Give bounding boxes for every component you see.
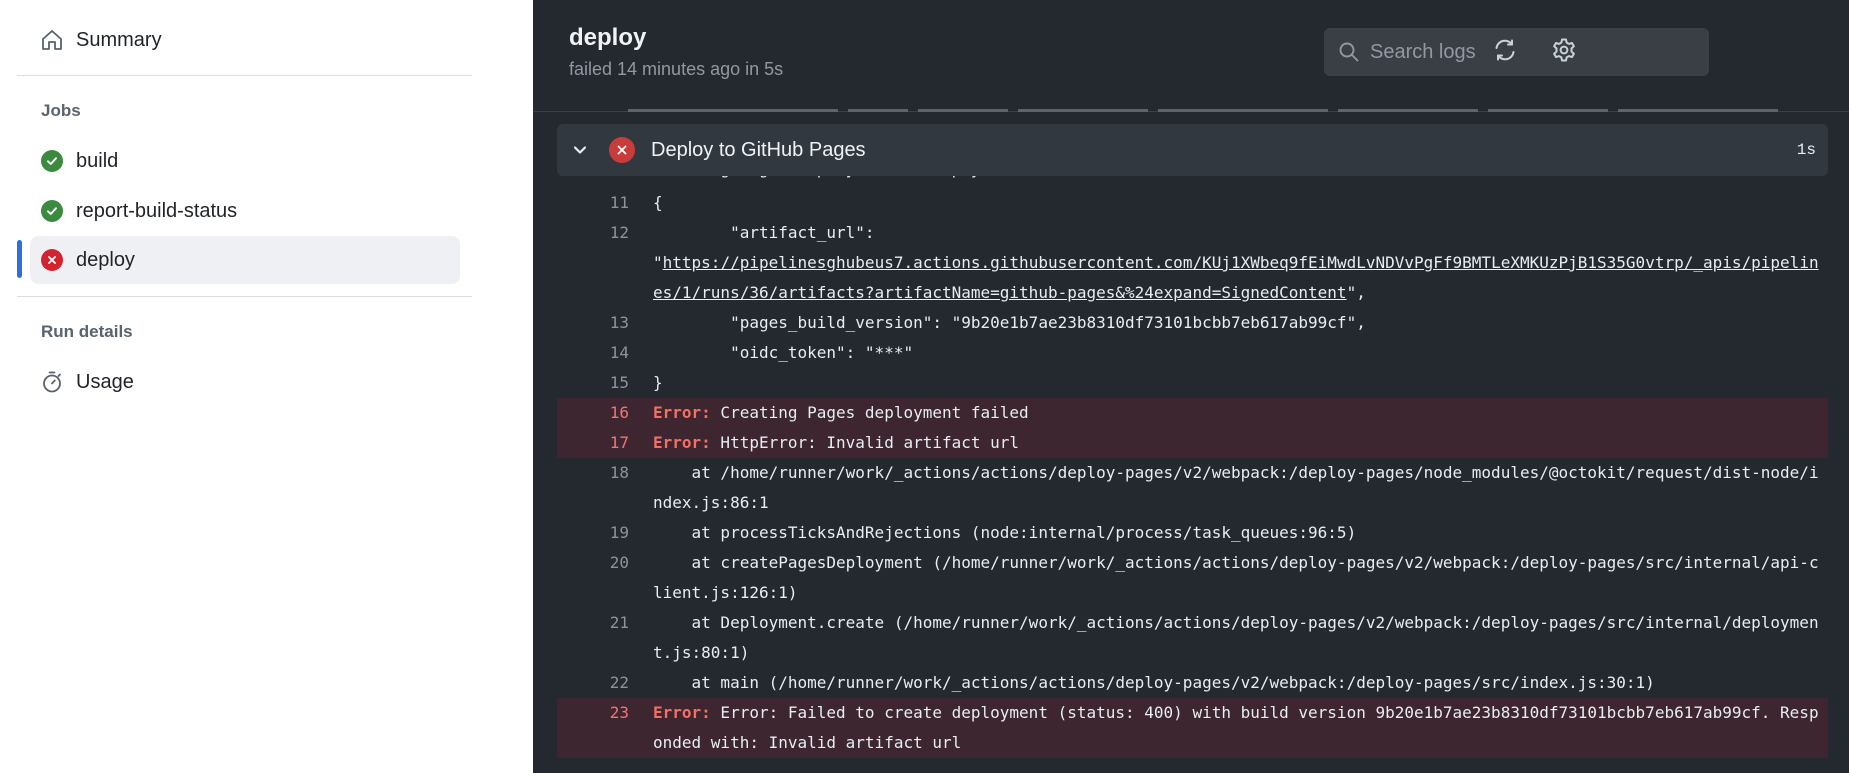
line-number[interactable]: 13 [557,308,629,338]
sidebar-item-usage[interactable]: Usage [30,358,460,406]
log-output: Creating Pages deployment with payload: … [557,176,1828,773]
log-line: 19 at processTicksAndRejections (node:in… [557,518,1828,548]
chevron-down-icon [569,139,591,161]
divider [17,75,472,76]
log-line-text: } [653,373,663,392]
sidebar-item-label: Usage [76,370,134,393]
log-line: 11 { [557,188,1828,218]
line-number[interactable]: 15 [557,368,629,398]
log-panel: deploy failed 14 minutes ago in 5s Searc… [533,0,1849,773]
job-label: report-build-status [76,199,238,222]
settings-button[interactable] [1550,38,1578,66]
line-number[interactable]: 14 [557,338,629,368]
line-number[interactable]: 18 [557,458,629,488]
log-line-error: 23 Error: Error: Failed to create deploy… [557,698,1828,758]
stopwatch-icon [40,370,64,394]
log-line-error: 16 Error: Creating Pages deployment fail… [557,398,1828,428]
log-line-text: Creating Pages deployment with payload: [653,176,1823,184]
log-line: 12 "artifact_url": "https://pipelinesghu… [557,218,1828,302]
step-title: Deploy to GitHub Pages [651,138,866,161]
log-line: 20 at createPagesDeployment (/home/runne… [557,548,1828,608]
log-line-error: 17 Error: HttpError: Invalid artifact ur… [557,428,1828,458]
log-line: 18 at /home/runner/work/_actions/actions… [557,458,1828,518]
search-icon [1338,41,1360,63]
step-duration: 1s [1796,141,1816,159]
step-header-deploy-to-github-pages[interactable]: Deploy to GitHub Pages 1s [557,124,1828,176]
line-number[interactable]: 20 [557,548,629,578]
error-keyword: Error: [653,403,711,422]
line-number[interactable]: 11 [557,188,629,218]
log-line-text: at /home/runner/work/_actions/actions/de… [653,463,1819,512]
artifact-url-link[interactable]: https://pipelinesghubeus7.actions.github… [653,253,1819,302]
search-logs-input[interactable] [1370,40,1690,64]
job-item-report-build-status[interactable]: report-build-status [30,187,460,235]
log-line-text: at Deployment.create (/home/runner/work/… [653,613,1819,662]
log-line: 15 } [557,368,1828,398]
log-line-text: at createPagesDeployment (/home/runner/w… [653,553,1819,602]
jobs-section-title: Jobs [41,101,81,120]
log-line-text: HttpError: Invalid artifact url [710,433,1020,452]
refresh-icon [1492,37,1518,68]
success-check-icon [41,200,63,222]
job-status-text: failed 14 minutes ago in 5s [569,59,784,79]
job-header: deploy failed 14 minutes ago in 5s [533,0,1849,112]
log-line-text: Error: Failed to create deployment (stat… [653,703,1819,752]
log-line-text: at main (/home/runner/work/_actions/acti… [653,673,1655,692]
log-line: 13 "pages_build_version": "9b20e1b7ae23b… [557,308,1828,338]
log-line: 21 at Deployment.create (/home/runner/wo… [557,608,1828,668]
failure-x-icon [41,249,63,271]
log-line-text: "oidc_token": "***" [653,343,914,362]
line-number[interactable]: 12 [557,218,629,248]
log-line-text: Creating Pages deployment failed [710,403,1029,422]
divider [17,296,472,297]
job-label: deploy [76,248,135,271]
line-number[interactable]: 23 [557,698,629,728]
line-number[interactable]: 17 [557,428,629,458]
job-title: deploy [569,24,647,51]
log-line: 22 at main (/home/runner/work/_actions/a… [557,668,1828,698]
log-line-text: { [653,193,663,212]
active-indicator [17,240,22,278]
job-label: build [76,149,119,172]
gear-icon [1551,37,1577,68]
home-icon [40,28,64,52]
success-check-icon [41,150,63,172]
sidebar: Summary Jobs build report-build-status d… [0,0,533,773]
log-line-partial: Creating Pages deployment with payload: [557,176,1828,182]
sidebar-item-summary[interactable]: Summary [30,16,460,64]
job-item-deploy[interactable]: deploy [30,236,460,284]
log-line-text: at processTicksAndRejections (node:inter… [653,523,1357,542]
line-number[interactable]: 19 [557,518,629,548]
log-line-text: "artifact_url": [653,223,875,242]
scrolled-log-remnant [553,102,1828,112]
run-details-section-title: Run details [41,322,133,341]
error-keyword: Error: [653,703,711,722]
job-item-build[interactable]: build [30,137,460,185]
line-number[interactable]: 21 [557,608,629,638]
error-keyword: Error: [653,433,711,452]
failure-x-icon [609,137,635,163]
log-line: 14 "oidc_token": "***" [557,338,1828,368]
line-number[interactable]: 16 [557,398,629,428]
line-number[interactable]: 22 [557,668,629,698]
log-line-text: "pages_build_version": "9b20e1b7ae23b831… [653,313,1366,332]
sidebar-item-label: Summary [76,28,162,51]
refresh-button[interactable] [1491,38,1519,66]
